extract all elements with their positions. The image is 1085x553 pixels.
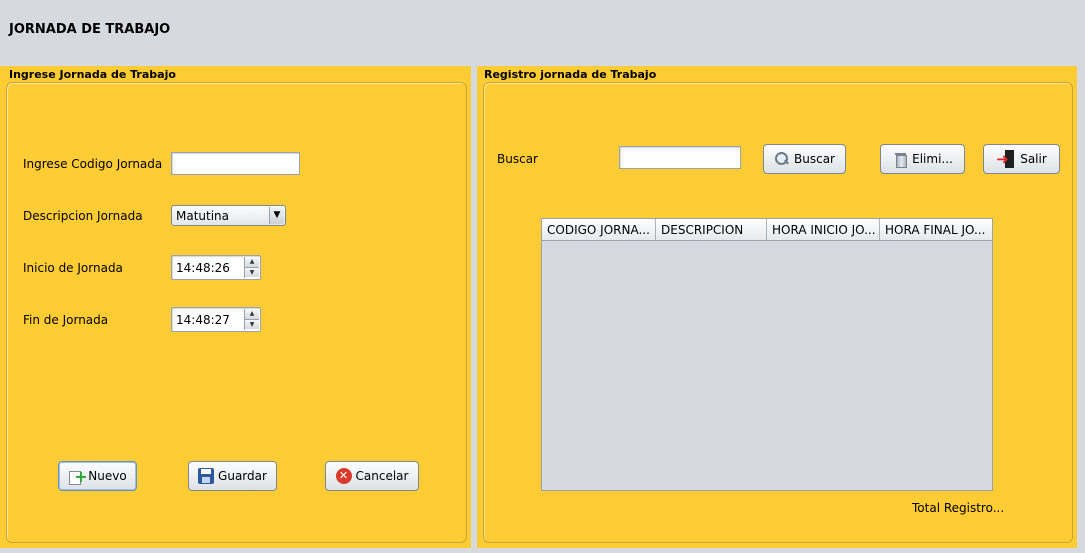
nuevo-button-label: Nuevo [88, 469, 127, 483]
column-header-hora-final[interactable]: HORA FINAL JO... [880, 219, 992, 240]
salir-button[interactable]: Salir [983, 144, 1060, 174]
column-header-hora-inicio[interactable]: HORA INICIO JO... [767, 219, 880, 240]
inicio-spinner[interactable]: 14:48:26 ▲ ▼ [171, 255, 261, 280]
salir-button-label: Salir [1020, 152, 1047, 166]
cancelar-button[interactable]: ✕ Cancelar [325, 461, 419, 491]
registro-panel-title: Registro jornada de Trabajo [484, 68, 657, 81]
search-input[interactable] [619, 146, 741, 169]
eliminar-button[interactable]: Elimi... [880, 144, 965, 174]
inicio-spinner-buttons: ▲ ▼ [244, 257, 259, 278]
descripcion-combo[interactable]: Matutina ▼ [171, 205, 286, 226]
guardar-button-label: Guardar [218, 469, 267, 483]
registros-table[interactable]: CODIGO JORNA... DESCRIPCION HORA INICIO … [541, 218, 993, 491]
inicio-label: Inicio de Jornada [23, 261, 123, 275]
fin-value: 14:48:27 [176, 313, 230, 327]
cancelar-button-label: Cancelar [355, 469, 409, 483]
codigo-label: Ingrese Codigo Jornada [23, 157, 163, 171]
spinner-down-icon[interactable]: ▼ [245, 319, 259, 329]
descripcion-label: Descripcion Jornada [23, 209, 143, 223]
codigo-input[interactable] [171, 152, 300, 175]
buscar-button[interactable]: Buscar [763, 144, 846, 174]
chevron-down-icon[interactable]: ▼ [269, 207, 284, 224]
spinner-down-icon[interactable]: ▼ [245, 267, 259, 277]
nuevo-button[interactable]: Nuevo [58, 461, 137, 491]
trash-icon [892, 151, 908, 168]
cancel-icon: ✕ [335, 468, 352, 484]
fin-spinner[interactable]: 14:48:27 ▲ ▼ [171, 307, 261, 332]
total-registros-label: Total Registro... [912, 501, 1005, 515]
table-header: CODIGO JORNA... DESCRIPCION HORA INICIO … [542, 219, 992, 241]
ingreso-panel-title: Ingrese Jornada de Trabajo [9, 68, 176, 81]
fin-label: Fin de Jornada [23, 313, 109, 327]
buscar-button-label: Buscar [794, 152, 835, 166]
column-header-codigo[interactable]: CODIGO JORNA... [542, 219, 656, 240]
floppy-save-icon [198, 468, 215, 484]
buscar-label: Buscar [497, 152, 538, 166]
window-title: JORNADA DE TRABAJO [9, 22, 171, 37]
eliminar-button-label: Elimi... [912, 152, 953, 166]
guardar-button[interactable]: Guardar [188, 461, 277, 491]
add-document-icon [68, 468, 88, 485]
descripcion-value: Matutina [176, 209, 230, 223]
column-header-descripcion[interactable]: DESCRIPCION [656, 219, 767, 240]
magnifier-icon [774, 151, 790, 167]
inicio-value: 14:48:26 [176, 261, 230, 275]
exit-door-icon [996, 149, 1016, 169]
spinner-up-icon[interactable]: ▲ [245, 309, 259, 319]
spinner-up-icon[interactable]: ▲ [245, 257, 259, 267]
fin-spinner-buttons: ▲ ▼ [244, 309, 259, 330]
